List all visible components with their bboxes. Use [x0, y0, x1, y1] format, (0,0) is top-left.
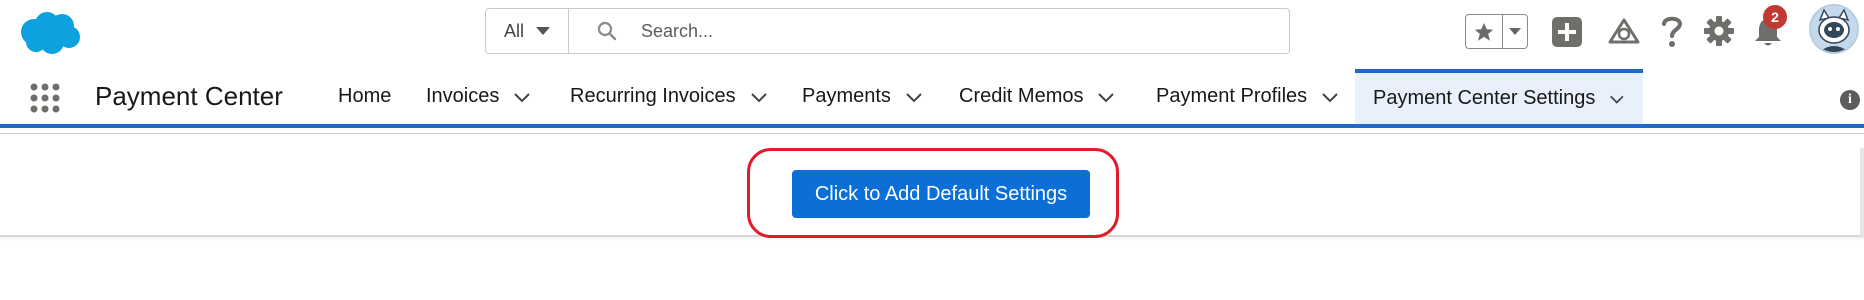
- tab-home[interactable]: Home: [338, 69, 391, 124]
- tab-recurring-invoices[interactable]: Recurring Invoices: [570, 69, 768, 124]
- app-name: Payment Center: [95, 81, 283, 111]
- tab-invoices[interactable]: Invoices: [426, 69, 531, 124]
- star-icon: [1474, 22, 1494, 41]
- tab-label: Invoices: [426, 85, 500, 107]
- tab-label: Payment Center Settings: [1373, 87, 1596, 109]
- chevron-down-icon[interactable]: [513, 91, 531, 103]
- favorites-dropdown-button[interactable]: [1503, 15, 1527, 48]
- caret-down-icon: [536, 27, 551, 35]
- app-launcher-button[interactable]: [29, 82, 61, 114]
- global-actions-button[interactable]: [1552, 17, 1582, 47]
- chevron-down-icon[interactable]: [905, 91, 923, 103]
- favorites-star-button[interactable]: [1466, 15, 1503, 48]
- trailhead-button[interactable]: [1607, 15, 1641, 49]
- help-button[interactable]: [1659, 13, 1685, 49]
- setup-button[interactable]: [1703, 15, 1735, 47]
- add-default-settings-button[interactable]: Click to Add Default Settings: [792, 170, 1090, 218]
- scroll-edge: [1860, 148, 1864, 238]
- tab-label: Payment Profiles: [1156, 85, 1308, 107]
- info-icon[interactable]: i: [1840, 90, 1860, 110]
- search-icon: [597, 21, 617, 41]
- tab-payment-center-settings[interactable]: Payment Center Settings: [1355, 69, 1643, 124]
- tab-payment-profiles[interactable]: Payment Profiles: [1156, 69, 1339, 124]
- global-search: All: [485, 8, 1290, 54]
- tab-payments[interactable]: Payments: [802, 69, 923, 124]
- chevron-down-icon[interactable]: [1321, 91, 1339, 103]
- global-header: All Search... 2: [0, 0, 1864, 64]
- chevron-down-icon[interactable]: [1609, 93, 1625, 105]
- favorites-group: [1465, 14, 1528, 49]
- plus-icon: [1552, 17, 1582, 47]
- search-input[interactable]: [639, 19, 1243, 43]
- avatar-icon: [1811, 6, 1857, 52]
- salesforce-cloud-logo[interactable]: [16, 10, 82, 56]
- notification-count-badge: 2: [1763, 5, 1787, 29]
- search-scope-dropdown[interactable]: All: [486, 9, 569, 53]
- caret-down-icon: [1509, 28, 1521, 35]
- chevron-down-icon[interactable]: [750, 91, 768, 103]
- app-launcher-grid-icon: [30, 83, 60, 113]
- tab-label: Home: [338, 85, 392, 107]
- app-navigation-bar: Payment Center Home Invoices Recurring I…: [0, 69, 1864, 124]
- help-icon: [1662, 16, 1683, 47]
- tab-label: Credit Memos: [959, 85, 1084, 107]
- user-avatar[interactable]: [1809, 4, 1859, 54]
- trailhead-icon: [1608, 18, 1640, 44]
- tab-label: Payments: [802, 85, 891, 107]
- search-scope-label: All: [504, 20, 525, 41]
- chevron-down-icon[interactable]: [1097, 91, 1115, 103]
- search-field: [569, 9, 1289, 53]
- gear-icon: [1704, 16, 1734, 46]
- tab-label: Recurring Invoices: [570, 85, 736, 107]
- tab-credit-memos[interactable]: Credit Memos: [959, 69, 1115, 124]
